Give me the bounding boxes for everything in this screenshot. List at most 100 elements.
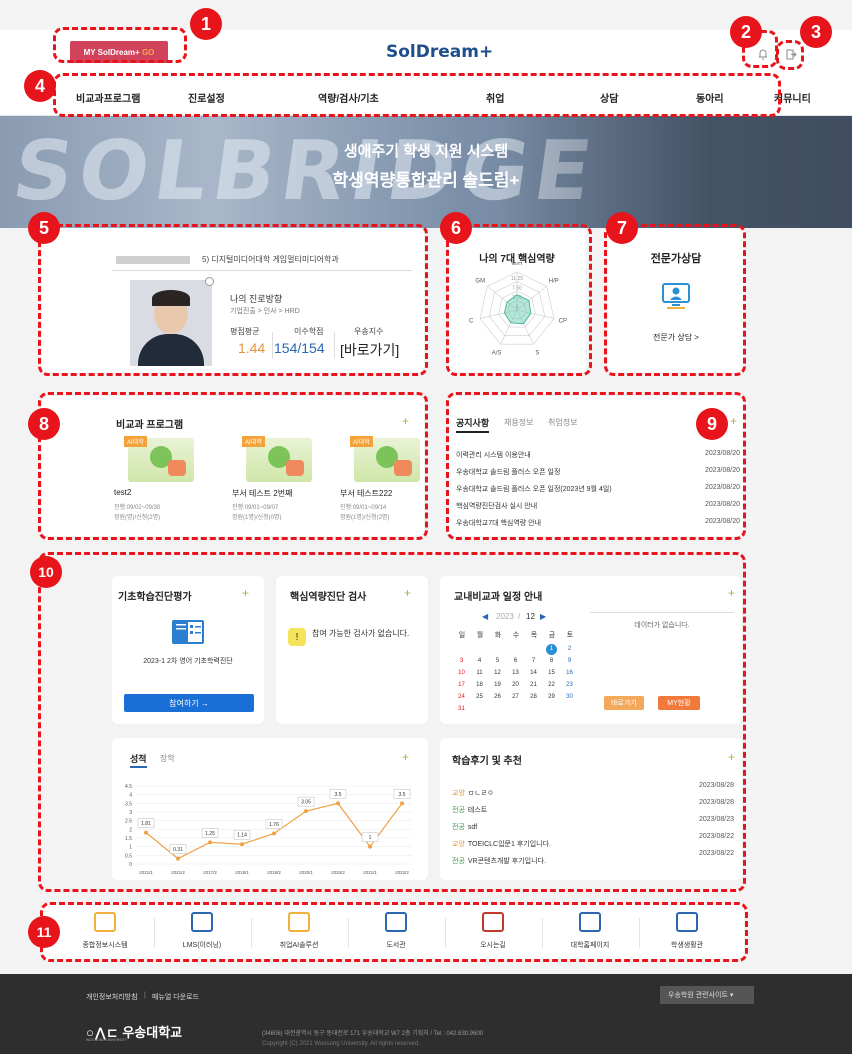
calendar-prev-icon[interactable]: ◀ [482,612,488,621]
review-row[interactable]: 전공 테스트 2023/08/28 [452,799,734,814]
calendar-day[interactable]: 7 [528,656,539,667]
program-name: 부서 테스트 2번째 [232,489,293,498]
grades-more-button[interactable]: + [402,750,409,764]
calendar-next-icon[interactable]: ▶ [540,612,546,621]
my-status-button[interactable]: MY현황 [658,696,700,710]
gear-icon[interactable] [205,277,214,286]
quicklink-item[interactable]: 학생생활관 [644,910,730,956]
calendar-day[interactable]: 3 [456,656,467,667]
notice-row[interactable]: 우송대학교7대 핵심역량 안내 2023/08/20 [456,518,740,532]
calendar-day[interactable]: 8 [546,656,557,667]
calendar-day[interactable]: 4 [474,656,485,667]
quicklink-label: LMS(이러닝) [182,942,222,949]
calendar-day[interactable]: 29 [546,692,557,703]
header: MY SolDream+ GO SolDream+ [0,30,852,80]
review-row[interactable]: 교양 TOEICLC입문1 후기입니다. 2023/08/22 [452,833,734,848]
quicklink-item[interactable]: 도서관 [353,910,446,956]
program-item[interactable]: AI대학 test2 진행:09/02~09/30 정원(명)/신청(2명) [114,436,204,532]
calendar-day[interactable]: 22 [546,680,557,691]
calendar-day[interactable]: 14 [528,668,539,679]
calendar-day[interactable]: 6 [510,656,521,667]
calendar-day[interactable]: 28 [528,692,539,703]
calendar-day[interactable]: 26 [492,692,503,703]
calendar-day[interactable]: 23 [564,680,575,691]
calendar-day[interactable]: 19 [492,680,503,691]
participate-button[interactable]: 참여하기 → [124,694,254,712]
calendar-day[interactable]: 10 [456,668,467,679]
calendar-day[interactable]: 17 [456,680,467,691]
calendar-day[interactable]: 2 [564,644,575,655]
footer-univ-en: WOOSONG UNIVERSITY [86,1038,128,1042]
nav-item[interactable]: 커뮤니티 [774,90,811,105]
notice-row[interactable]: 핵심역량진단검사 실시 안내 2023/08/20 [456,501,740,515]
notice-date: 2023/08/20 [704,484,740,491]
review-row[interactable]: 전공 VR콘텐츠개발 후기입니다. 2023/08/22 [452,850,734,865]
nav-item[interactable]: 진로설정 [188,90,225,105]
core-test-more-button[interactable]: + [404,586,411,600]
calendar-day[interactable]: 15 [546,668,557,679]
schedule-more-button[interactable]: + [728,586,735,600]
notice-row[interactable]: 우송대학교 솔드림 플러스 오픈 일정(2023년 9월 4일) 2023/08/… [456,484,740,498]
notice-row[interactable]: 우송대학교 솔드림 플러스 오픈 일정 2023/08/20 [456,467,740,481]
nav-item[interactable]: 역량/검사/기초 [318,90,379,105]
calendar-day[interactable]: 13 [510,668,521,679]
calendar-day[interactable]: 1 [546,644,557,655]
calendar-day[interactable]: 25 [474,692,485,703]
bell-icon[interactable] [758,47,768,60]
calendar-day[interactable]: 20 [510,680,521,691]
calendar-year: 2023 [496,612,514,621]
tab-recruit[interactable]: 채용정보 [504,417,533,428]
review-date: 2023/08/23 [698,816,734,823]
quicklink-item[interactable]: 종합정보시스템 [62,910,155,956]
calendar-day[interactable]: 12 [492,668,503,679]
review-tag: 교양 [452,790,465,797]
related-sites-select[interactable]: 우송학원 관련사이트 ▾ [660,986,754,1004]
tab-employment[interactable]: 취업정보 [548,417,577,428]
tab-scholarship[interactable]: 장학 [160,753,175,764]
tab-notice[interactable]: 공지사항 [456,416,490,433]
notices-more-button[interactable]: + [730,414,737,428]
calendar-day[interactable]: 11 [474,668,485,679]
review-row[interactable]: 전공 sdf 2023/08/23 [452,816,734,831]
review-date: 2023/08/22 [698,850,734,857]
quicklink-label: 종합정보시스템 [82,942,128,949]
x-tick-label: 2017/2 [203,870,217,875]
quicklink-item[interactable]: 대학홈페이지 [547,910,640,956]
nav-item[interactable]: 상담 [600,90,618,105]
tab-grades[interactable]: 성적 [130,752,147,768]
notice-row[interactable]: 이력관리 시스템 이용안내 2023/08/20 [456,450,740,464]
marker-8: 8 [28,408,60,440]
calendar-day[interactable]: 30 [564,692,575,703]
homepage-icon [579,912,601,932]
calendar-day[interactable]: 21 [528,680,539,691]
shortcut-button[interactable]: 바로가기 [604,696,644,710]
excel-link[interactable]: [바로가기] [340,340,399,360]
nav-item[interactable]: 비교과프로그램 [76,90,140,105]
logo[interactable]: SolDream+ [386,42,493,62]
quicklink-item[interactable]: 오시는길 [450,910,543,956]
quicklink-item[interactable]: 취업AI솔루션 [256,910,349,956]
programs-more-button[interactable]: + [402,414,409,428]
reviews-more-button[interactable]: + [728,750,735,764]
calendar-day[interactable]: 31 [456,704,467,715]
basic-eval-more-button[interactable]: + [242,586,249,600]
expert-link[interactable]: 전문가 상담 > [608,332,744,343]
privacy-link[interactable]: 개인정보처리방침 [86,992,138,1002]
calendar-day[interactable]: 5 [492,656,503,667]
calendar-day[interactable]: 27 [510,692,521,703]
my-soldream-button[interactable]: MY SolDream+ GO [70,41,168,63]
logout-icon[interactable] [786,47,797,60]
calendar-day[interactable]: 16 [564,668,575,679]
calendar-day[interactable]: 24 [456,692,467,703]
calendar-day[interactable]: 9 [564,656,575,667]
program-item[interactable]: AI대학 부서 테스트222 진행:09/01~09/14 정원(1명)/신청(2명) [340,436,430,532]
quicklink-item[interactable]: LMS(이러닝) [159,910,252,956]
review-row[interactable]: 교양 ㅁㄴㄹㅇ 2023/08/28 [452,782,734,797]
nav-item[interactable]: 취업 [486,90,504,105]
related-sites-label: 우송학원 관련사이트 [668,992,728,999]
program-item[interactable]: AI대학 부서 테스트 2번째 진행:09/01~09/07 정원(1명)/신청(0명… [232,436,322,532]
calendar-day[interactable]: 18 [474,680,485,691]
manual-link[interactable]: 매뉴얼 다운로드 [152,992,199,1002]
nav-item[interactable]: 동아리 [696,90,724,105]
main-nav: 비교과프로그램 진로설정 역량/검사/기초 취업 상담 동아리 커뮤니티 [0,80,852,116]
